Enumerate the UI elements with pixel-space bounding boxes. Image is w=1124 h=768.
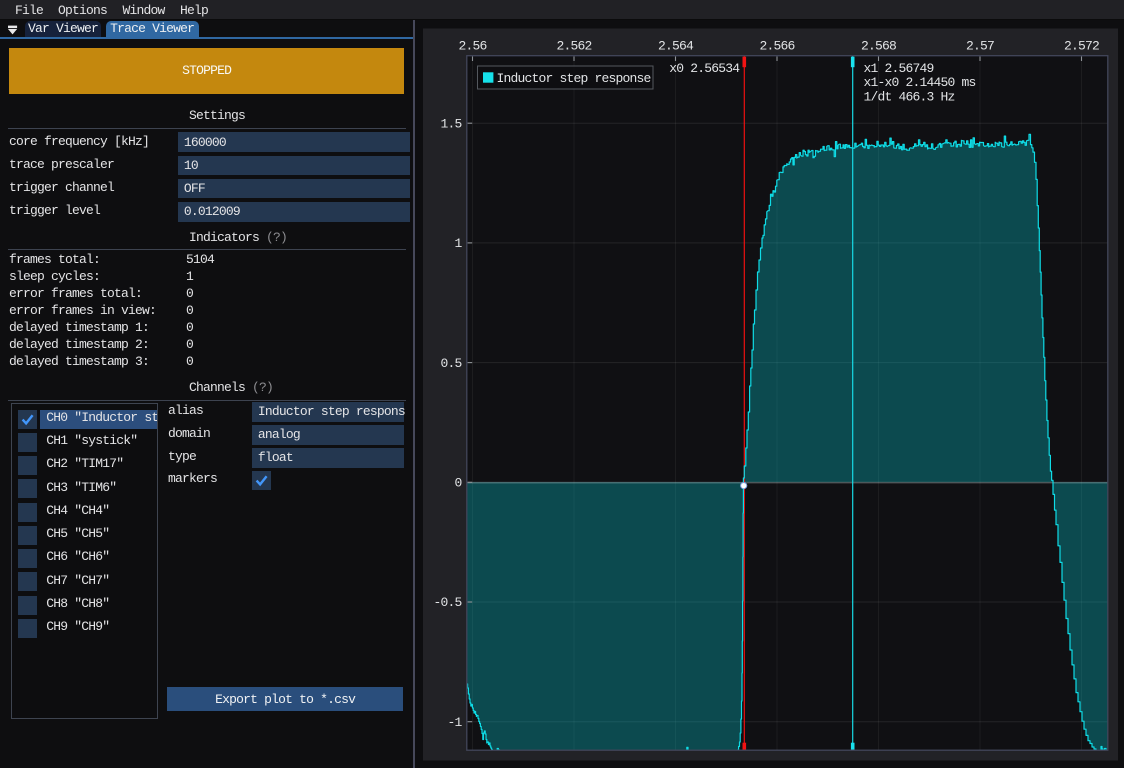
svg-text:x1 2.56749: x1 2.56749 [864,61,934,76]
svg-text:2.568: 2.568 [861,39,896,54]
svg-text:2.572: 2.572 [1064,39,1099,54]
svg-text:2.57: 2.57 [966,39,994,54]
svg-text:1/dt 466.3 Hz: 1/dt 466.3 Hz [864,89,955,104]
svg-text:2.562: 2.562 [556,39,591,54]
svg-text:2.566: 2.566 [759,39,794,54]
svg-text:0.5: 0.5 [440,356,461,371]
svg-text:x0 2.56534: x0 2.56534 [669,61,740,76]
svg-text:0: 0 [454,476,461,491]
svg-text:2.56: 2.56 [458,39,486,54]
svg-text:x1-x0 2.14450 ms: x1-x0 2.14450 ms [864,75,976,90]
svg-text:1: 1 [454,236,462,251]
svg-text:Inductor step response: Inductor step response [497,71,651,86]
svg-text:1.5: 1.5 [440,116,461,131]
svg-text:-1: -1 [447,715,462,730]
svg-text:-0.5: -0.5 [433,595,461,610]
svg-text:2.564: 2.564 [658,39,694,54]
